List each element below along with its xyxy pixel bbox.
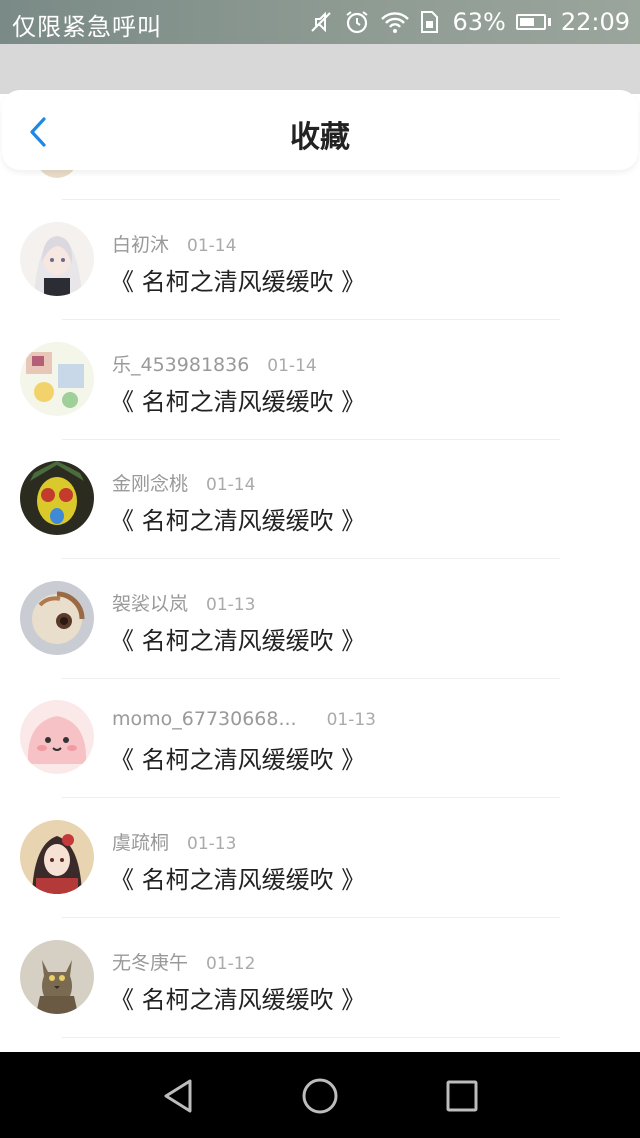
avatar[interactable]: [20, 222, 94, 296]
work-title[interactable]: 《 名柯之清风缓缓吹 》: [110, 382, 365, 417]
list-item[interactable]: 白初沐 01-14 《 名柯之清风缓缓吹 》: [0, 200, 640, 320]
username[interactable]: 虞疏桐: [112, 832, 169, 854]
avatar[interactable]: [20, 461, 94, 536]
item-meta: 白初沐 01-14: [112, 230, 236, 257]
page-title: 收藏: [290, 120, 350, 155]
clock: 22:09: [560, 8, 630, 36]
work-title[interactable]: 《 名柯之清风缓缓吹 》: [110, 621, 365, 656]
username[interactable]: 袈裟以岚: [112, 593, 188, 615]
nav-recents-button[interactable]: [442, 1076, 482, 1116]
username[interactable]: 白初沐: [112, 234, 169, 256]
alarm-icon: [344, 9, 370, 35]
status-icons: 63% 22:09: [308, 0, 630, 44]
top-app-bar: 收藏: [2, 90, 638, 170]
battery-percent: 63%: [452, 8, 506, 36]
avatar[interactable]: [20, 700, 94, 775]
date-label: 01-14: [267, 355, 317, 376]
username[interactable]: 无冬庚午: [112, 952, 188, 974]
username[interactable]: momo_67730668...: [112, 708, 297, 730]
nav-home-button[interactable]: [300, 1076, 340, 1116]
list-item[interactable]: 金刚念桃 01-14 《 名柯之清风缓缓吹 》: [0, 439, 640, 560]
username[interactable]: 乐_453981836: [112, 354, 249, 376]
mute-icon: [308, 9, 334, 35]
item-meta: 金刚念桃 01-14: [112, 469, 255, 496]
favorites-list[interactable]: 白初沐 01-14 《 名柯之清风缓缓吹 》乐_453981836 01-14 《 名柯…: [0, 170, 640, 1052]
avatar[interactable]: [20, 820, 94, 894]
back-triangle-icon: [164, 1079, 192, 1113]
work-title[interactable]: 《 名柯之清风缓缓吹 》: [110, 740, 365, 775]
list-item[interactable]: 袈裟以岚 01-13 《 名柯之清风缓缓吹 》: [0, 559, 640, 679]
item-meta: 无冬庚午 01-12: [112, 948, 255, 975]
battery-icon: [515, 14, 551, 30]
carrier-text: 仅限紧急呼叫: [12, 13, 162, 41]
nav-back-button[interactable]: [158, 1076, 198, 1116]
list-item[interactable]: 无冬庚午 01-12 《 名柯之清风缓缓吹 》: [0, 918, 640, 1038]
header-backdrop: [0, 44, 640, 94]
system-nav-bar: [0, 1052, 640, 1138]
item-meta: 虞疏桐 01-13: [112, 828, 236, 855]
date-label: 01-13: [206, 594, 256, 615]
date-label: 01-14: [187, 236, 237, 256]
avatar[interactable]: [20, 939, 94, 1014]
avatar: [36, 170, 78, 178]
sim-icon: [416, 9, 442, 35]
avatar[interactable]: [20, 580, 94, 655]
username[interactable]: 金刚念桃: [112, 473, 188, 495]
item-meta: momo_67730668... 01-13: [112, 708, 376, 730]
list-item[interactable]: momo_67730668... 01-13 《 名柯之清风缓缓吹 》: [0, 678, 640, 799]
work-title[interactable]: 《 名柯之清风缓缓吹 》: [110, 860, 365, 895]
date-label: 01-12: [206, 953, 256, 974]
list-item[interactable]: 乐_453981836 01-14 《 名柯之清风缓缓吹 》: [0, 320, 640, 440]
home-circle-icon: [302, 1078, 338, 1114]
work-title[interactable]: 《 名柯之清风缓缓吹 》: [110, 262, 365, 297]
item-meta: 袈裟以岚 01-13: [112, 589, 255, 616]
date-label: 01-13: [187, 834, 237, 854]
recents-square-icon: [446, 1080, 478, 1112]
list-item[interactable]: 虞疏桐 01-13 《 名柯之清风缓缓吹 》: [0, 798, 640, 918]
date-label: 01-14: [206, 475, 256, 496]
date-label: 01-13: [326, 710, 376, 731]
item-meta: 乐_453981836 01-14: [112, 350, 317, 377]
work-title[interactable]: 《 名柯之清风缓缓吹 》: [110, 501, 365, 536]
avatar[interactable]: [20, 341, 94, 416]
wifi-icon: [380, 9, 410, 35]
status-bar: 仅限紧急呼叫 63% 22:09: [0, 0, 640, 44]
divider: [62, 1036, 560, 1038]
work-title[interactable]: 《 名柯之清风缓缓吹 》: [110, 980, 365, 1015]
list-item-partial: [0, 170, 640, 200]
